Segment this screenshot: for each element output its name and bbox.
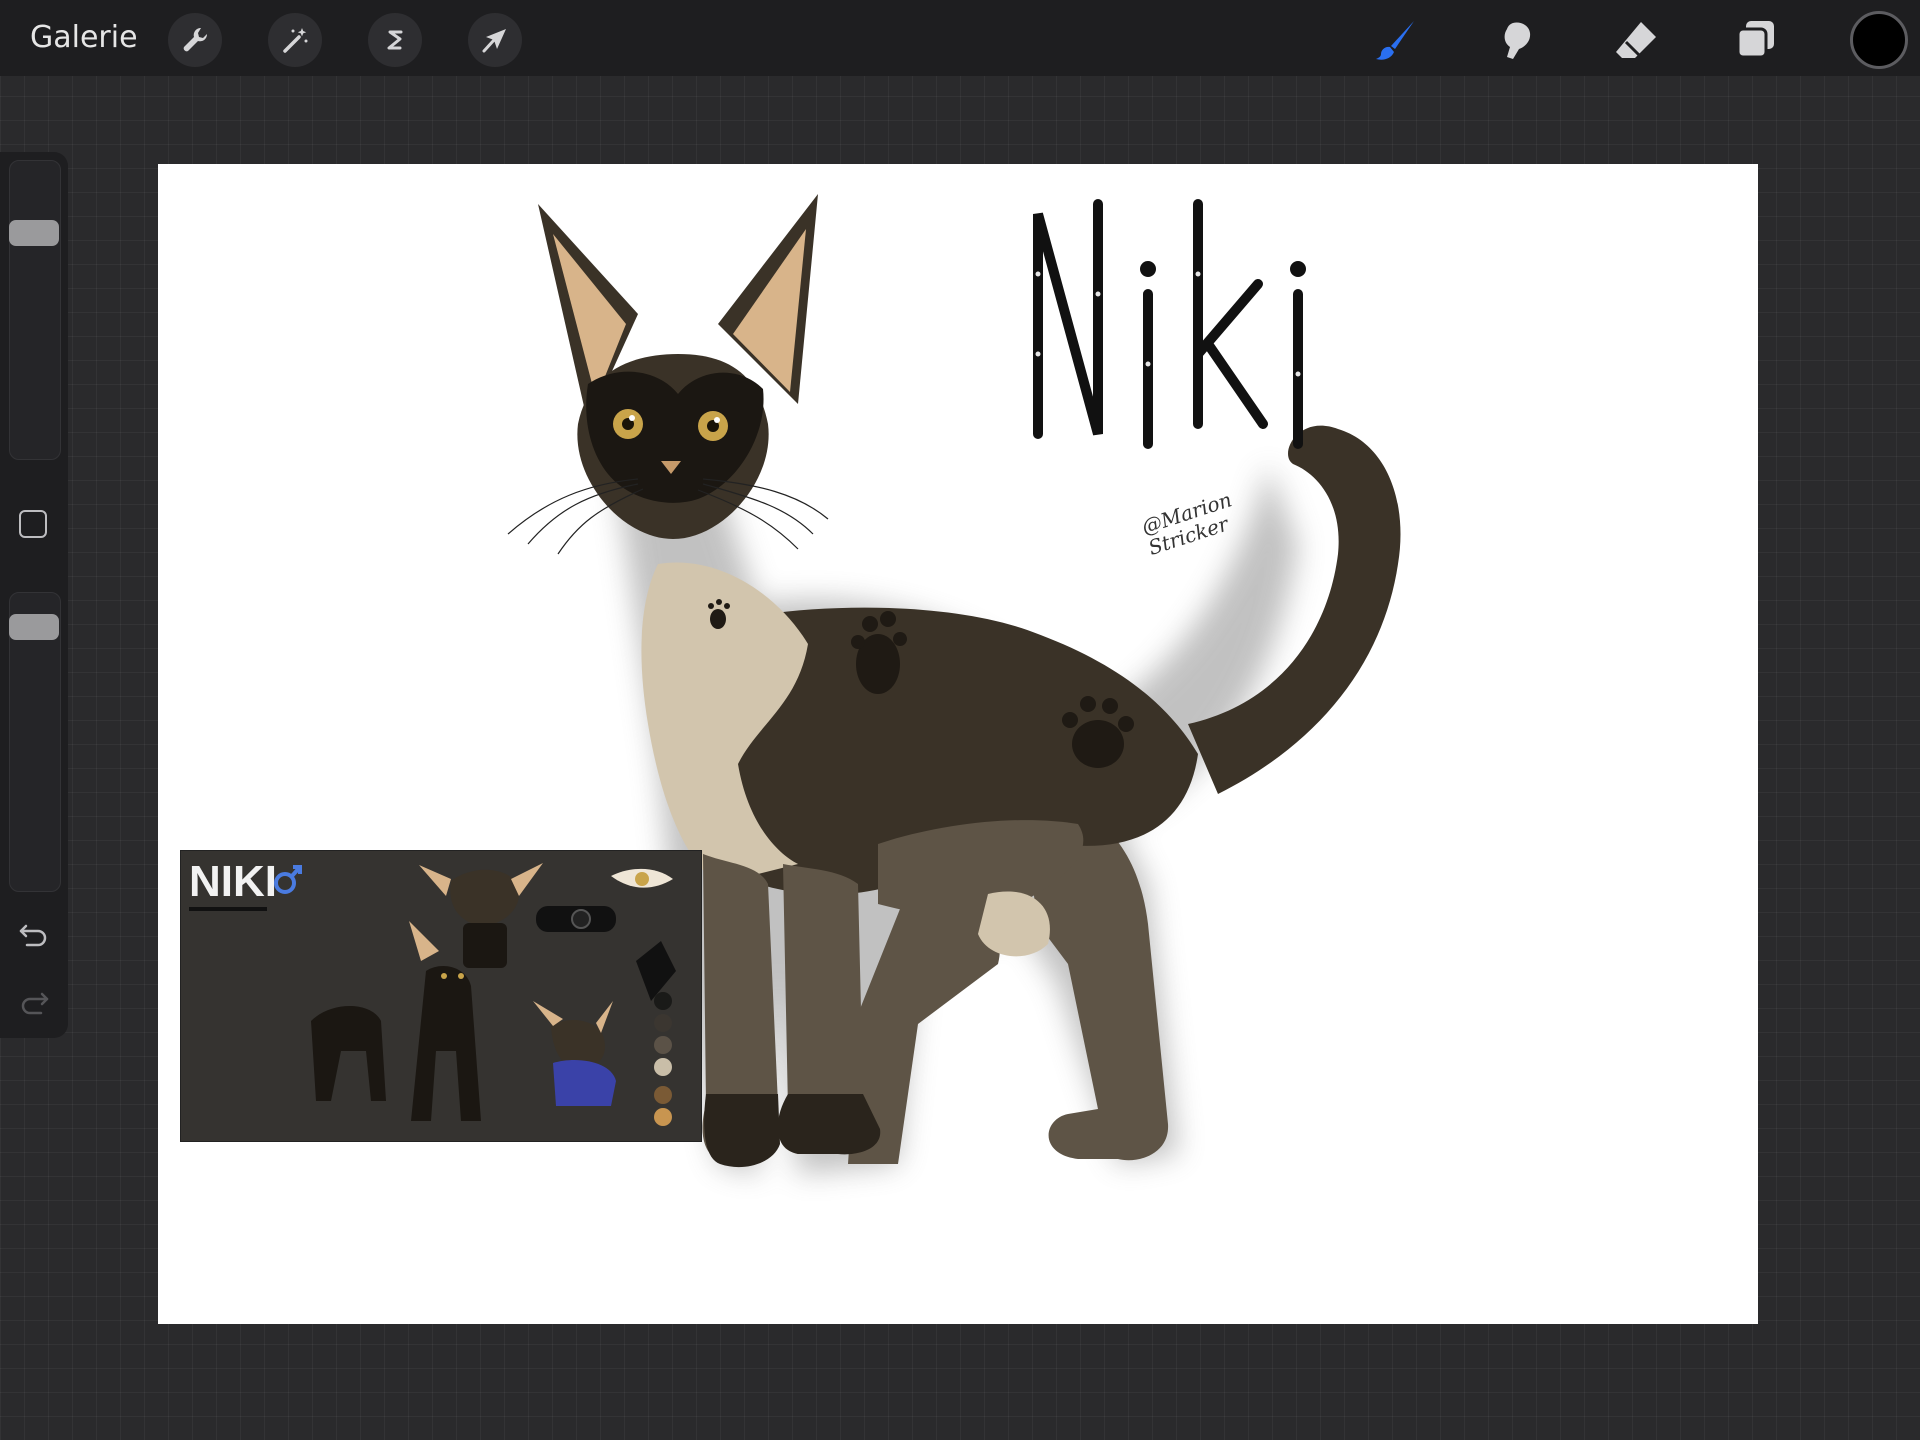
selection-button[interactable] [368, 13, 422, 67]
palette-swatch [654, 1086, 672, 1104]
undo-button[interactable] [17, 918, 51, 952]
brush-size-slider-handle[interactable] [9, 219, 59, 246]
smudge-finger-icon [1504, 22, 1531, 59]
cat-illustration [507, 194, 1401, 1174]
gallery-button[interactable]: Galerie [30, 20, 138, 55]
redo-icon [21, 992, 49, 1015]
selection-s-icon [387, 30, 403, 50]
palette-swatch [654, 1108, 672, 1126]
undo-icon [19, 924, 47, 947]
magic-wand-icon [283, 28, 308, 53]
opacity-slider-handle[interactable] [9, 613, 59, 640]
arrow-cursor-icon [482, 29, 506, 53]
drawing-canvas[interactable]: @Marion Stricker NIKI [158, 164, 1758, 1324]
brush-size-slider[interactable] [9, 160, 61, 460]
male-symbol-icon [274, 865, 302, 894]
top-toolbar: Galerie [0, 0, 1920, 76]
side-toolbar [0, 152, 68, 1038]
eraser-button[interactable] [1608, 12, 1664, 68]
reference-sheet-image: NIKI [180, 850, 702, 1142]
palette-swatch [654, 1058, 672, 1076]
adjustments-button[interactable] [268, 13, 322, 67]
ref-sheet-title: NIKI [189, 857, 277, 906]
name-lettering [1033, 199, 1306, 449]
redo-button[interactable] [17, 986, 51, 1020]
smudge-button[interactable] [1488, 12, 1544, 68]
transform-button[interactable] [468, 13, 522, 67]
brush-icon [1376, 21, 1414, 60]
palette-swatch [654, 1014, 672, 1032]
actions-button[interactable] [168, 13, 222, 67]
eraser-icon [1616, 22, 1656, 58]
modify-button[interactable] [19, 510, 47, 538]
layers-icon [1736, 21, 1774, 59]
brush-button[interactable] [1368, 12, 1424, 68]
layers-button[interactable] [1728, 12, 1784, 68]
wrench-icon [183, 27, 208, 52]
palette-swatch [654, 992, 672, 1010]
color-picker-swatch[interactable] [1850, 11, 1908, 69]
palette-swatch [654, 1036, 672, 1054]
